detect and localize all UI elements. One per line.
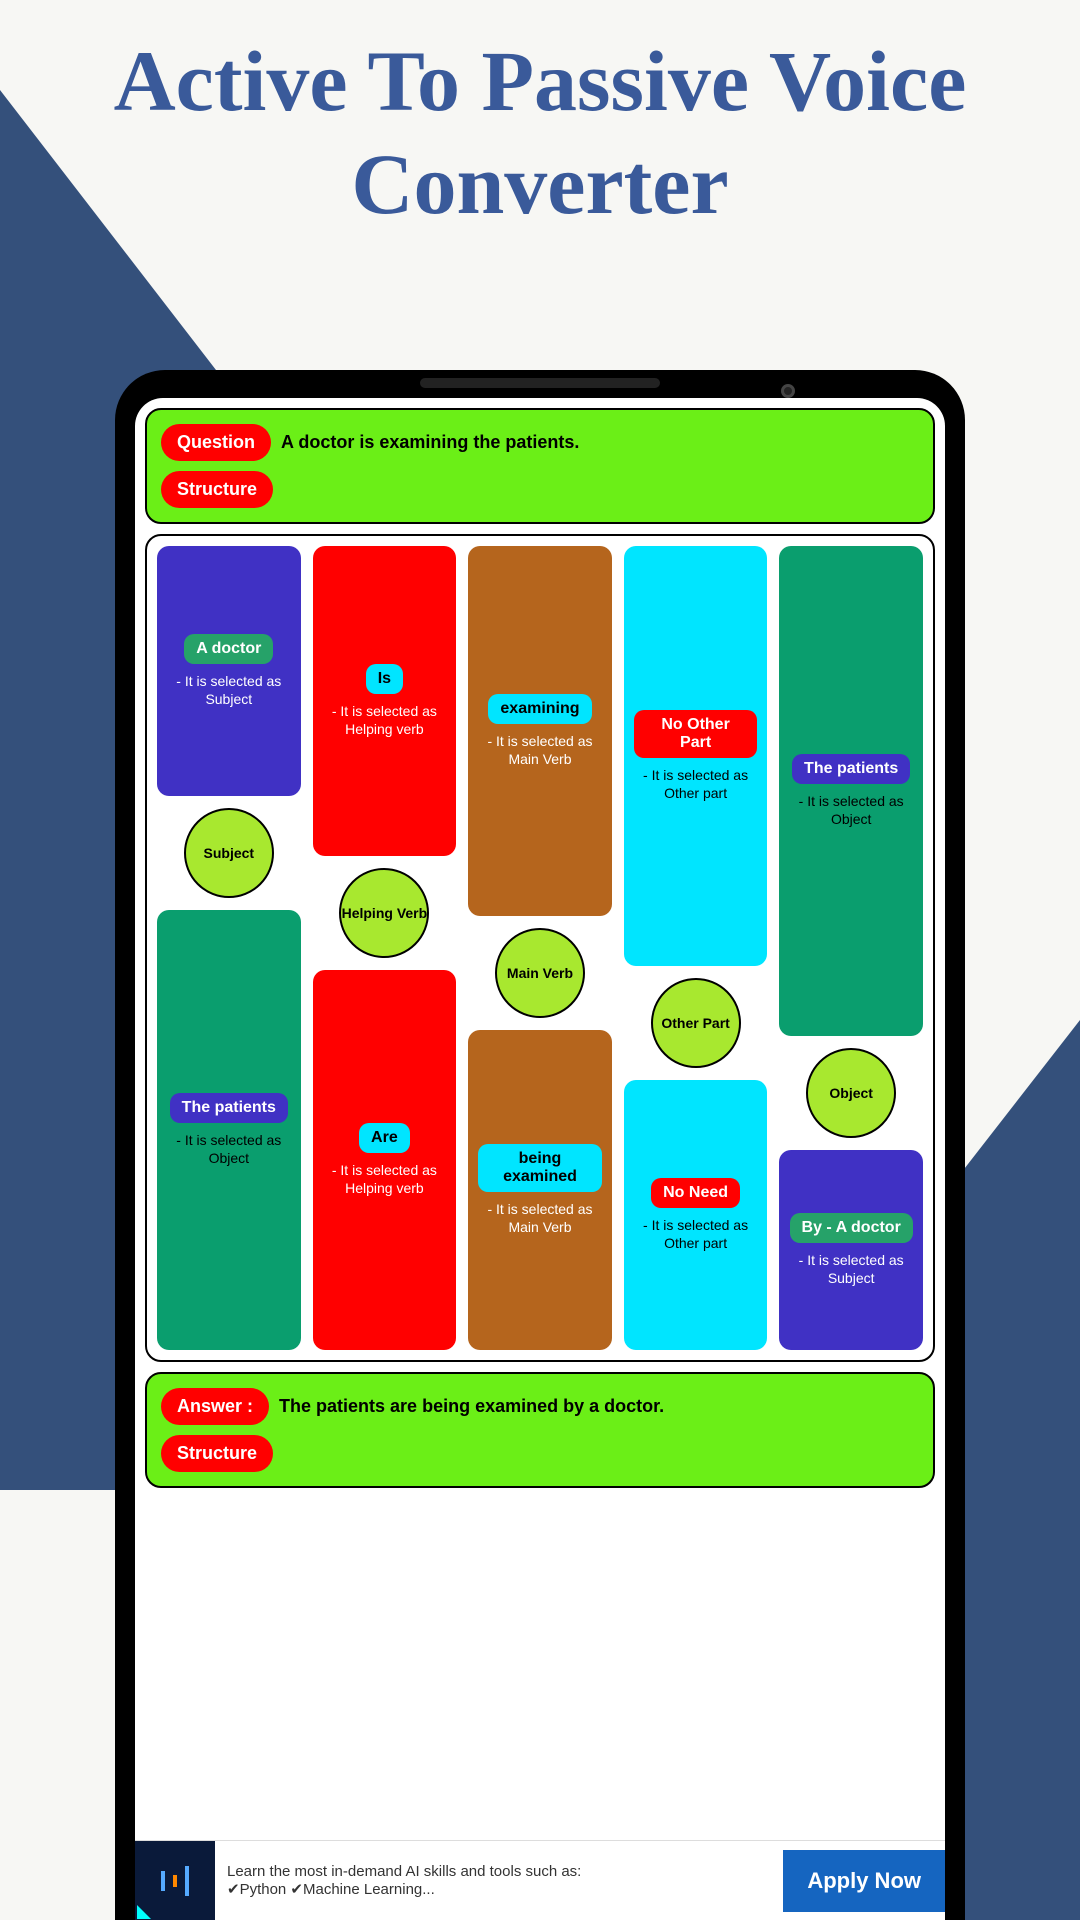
word-label: being examined [478,1144,602,1192]
word-desc: - It is selected as Subject [789,1251,913,1287]
word-label: The patients [792,754,910,784]
grid-column: A doctor - It is selected as Subject Subje… [157,546,301,1350]
word-desc: - It is selected as Helping verb [323,1161,447,1197]
structure-label[interactable]: Structure [161,471,273,508]
question-label: Question [161,424,271,461]
question-panel: Question A doctor is examining the patie… [145,408,935,524]
word-label: By - A doctor [790,1213,913,1243]
answer-label: Answer : [161,1388,269,1425]
word-box-top[interactable]: The patients - It is selected as Object [779,546,923,1036]
role-circle: Main Verb [495,928,585,1018]
word-desc: - It is selected as Object [789,792,913,828]
word-label: A doctor [184,634,273,664]
answer-text: The patients are being examined by a doc… [279,1396,664,1417]
ad-text: Learn the most in-demand AI skills and t… [215,1863,783,1898]
word-box-top[interactable]: No Other Part - It is selected as Other p… [624,546,768,966]
role-circle: Subject [184,808,274,898]
question-text: A doctor is examining the patients. [281,432,579,453]
word-box-top[interactable]: A doctor - It is selected as Subject [157,546,301,796]
grid-column: examining - It is selected as Main Verb Ma… [468,546,612,1350]
grid-column: The patients - It is selected as Object Ob… [779,546,923,1350]
apply-now-button[interactable]: Apply Now [783,1850,945,1912]
word-label: examining [488,694,591,724]
structure-grid: A doctor - It is selected as Subject Subje… [145,534,935,1362]
word-desc: - It is selected as Main Verb [478,732,602,768]
answer-panel: Answer : The patients are being examined… [145,1372,935,1488]
word-label: No Other Part [634,710,758,758]
word-box-top[interactable]: examining - It is selected as Main Verb [468,546,612,916]
word-desc: - It is selected as Other part [634,766,758,802]
app-screen: Question A doctor is examining the patie… [135,398,945,1920]
word-box-top[interactable]: Is - It is selected as Helping verb [313,546,457,856]
word-desc: - It is selected as Subject [167,672,291,708]
grid-column: Is - It is selected as Helping verb Helpin… [313,546,457,1350]
grid-column: No Other Part - It is selected as Other p… [624,546,768,1350]
word-label: The patients [170,1093,288,1123]
page-title: Active To Passive Voice Converter [0,0,1080,246]
role-circle: Helping Verb [339,868,429,958]
role-circle: Object [806,1048,896,1138]
word-label: No Need [651,1178,740,1208]
word-desc: - It is selected as Object [167,1131,291,1167]
word-box-bottom[interactable]: No Need - It is selected as Other part [624,1080,768,1350]
phone-mockup: Question A doctor is examining the patie… [115,370,965,1920]
word-label: Is [366,664,403,694]
answer-structure-label[interactable]: Structure [161,1435,273,1472]
word-box-bottom[interactable]: The patients - It is selected as Object [157,910,301,1350]
word-desc: - It is selected as Other part [634,1216,758,1252]
ad-banner[interactable]: Learn the most in-demand AI skills and t… [135,1840,945,1920]
ad-icon [135,1841,215,1920]
phone-notch [420,378,660,388]
role-circle: Other Part [651,978,741,1068]
word-box-bottom[interactable]: being examined - It is selected as Main V… [468,1030,612,1350]
word-box-bottom[interactable]: Are - It is selected as Helping verb [313,970,457,1350]
phone-camera [781,384,795,398]
word-label: Are [359,1123,410,1153]
word-desc: - It is selected as Helping verb [323,702,447,738]
word-desc: - It is selected as Main Verb [478,1200,602,1236]
word-box-bottom[interactable]: By - A doctor - It is selected as Subject [779,1150,923,1350]
